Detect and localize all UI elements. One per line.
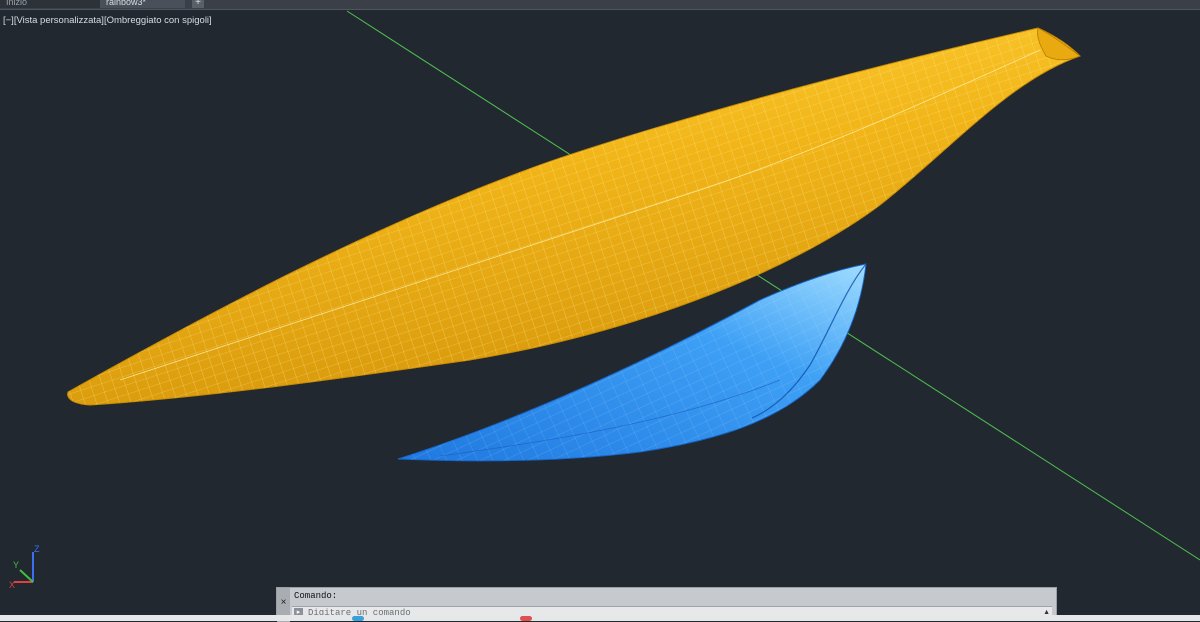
ucs-x-label: X bbox=[9, 580, 15, 590]
command-history: Comando: bbox=[294, 591, 338, 601]
ucs-icon[interactable]: Z X Y bbox=[9, 544, 40, 590]
status-icon-1[interactable] bbox=[352, 616, 364, 621]
ucs-y-label: Y bbox=[13, 560, 19, 570]
status-icon-2[interactable] bbox=[520, 616, 532, 621]
model-viewport[interactable]: Z X Y bbox=[0, 0, 1200, 621]
yellow-hull-surface[interactable] bbox=[67, 27, 1081, 406]
ucs-z-label: Z bbox=[34, 544, 40, 554]
status-bar bbox=[0, 615, 1200, 621]
